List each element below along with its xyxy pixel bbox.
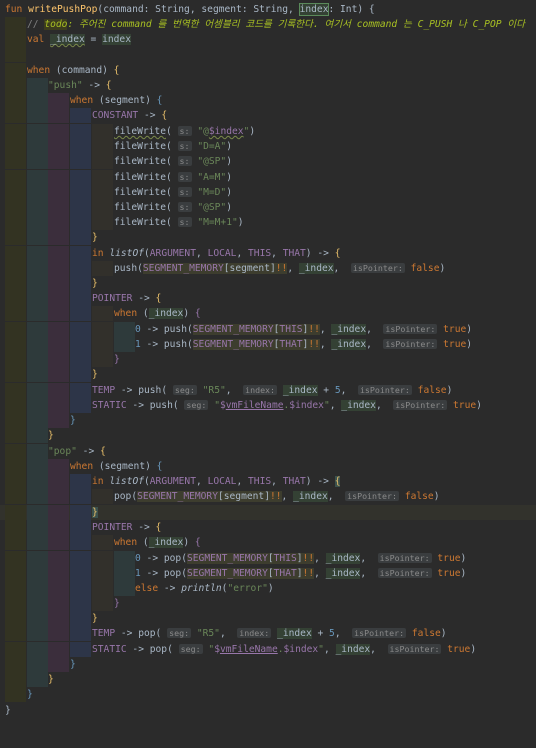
code-text-43: STATIC -> pop( seg: "$vmFileName.$index"… [92, 644, 477, 655]
code-line-10[interactable]: fileWrite( s: "D=A") [0, 139, 536, 154]
code-editor[interactable]: fun writePushPop(command: String, segmen… [0, 0, 536, 722]
code-text-22: 0 -> push(SEGMENT_MEMORY[THIS]!!, _index… [135, 324, 473, 335]
code-line-3[interactable]: val _index = index [0, 32, 536, 47]
code-text-5: when (command) { [27, 65, 120, 76]
code-text-3: val _index = index [27, 34, 131, 45]
code-line-16[interactable]: } [0, 230, 536, 245]
code-text-31: when (segment) { [70, 461, 163, 472]
code-line-27[interactable]: STATIC -> push( seg: "$vmFileName.$index… [0, 398, 536, 413]
code-line-9[interactable]: fileWrite( s: "@$index") [0, 124, 536, 139]
code-text-47: } [5, 705, 11, 716]
code-line-37[interactable]: 0 -> pop(SEGMENT_MEMORY[THIS]!!, _index,… [0, 551, 536, 566]
code-line-45[interactable]: } [0, 672, 536, 687]
code-text-32: in listOf(ARGUMENT, LOCAL, THIS, THAT) -… [92, 476, 341, 487]
code-text-12: fileWrite( s: "A=M") [114, 172, 232, 183]
code-text-42: TEMP -> pop( seg: "R5", index: _index + … [92, 628, 447, 639]
code-line-12[interactable]: fileWrite( s: "A=M") [0, 170, 536, 185]
code-line-47[interactable]: } [0, 703, 536, 718]
code-text-37: 0 -> pop(SEGMENT_MEMORY[THIS]!!, _index,… [135, 553, 467, 564]
code-text-11: fileWrite( s: "@SP") [114, 156, 232, 167]
code-line-36[interactable]: when (_index) { [0, 535, 536, 550]
code-line-21[interactable]: when (_index) { [0, 306, 536, 321]
code-text-1: fun writePushPop(command: String, segmen… [5, 3, 375, 16]
code-line-18[interactable]: push(SEGMENT_MEMORY[segment]!!, _index, … [0, 261, 536, 276]
code-line-30[interactable]: "pop" -> { [0, 444, 536, 459]
code-text-21: when (_index) { [114, 308, 201, 319]
code-text-26: TEMP -> push( seg: "R5", index: _index +… [92, 385, 453, 396]
code-text-33: pop(SEGMENT_MEMORY[segment]!!, _index, i… [114, 491, 440, 502]
code-text-29: } [48, 430, 54, 441]
code-text-19: } [92, 278, 98, 289]
code-text-18: push(SEGMENT_MEMORY[segment]!!, _index, … [114, 263, 446, 274]
code-line-7[interactable]: when (segment) { [0, 93, 536, 108]
code-text-7: when (segment) { [70, 95, 163, 106]
code-text-36: when (_index) { [114, 537, 201, 548]
code-line-26[interactable]: TEMP -> push( seg: "R5", index: _index +… [0, 383, 536, 398]
code-text-30: "pop" -> { [48, 446, 106, 457]
code-line-11[interactable]: fileWrite( s: "@SP") [0, 154, 536, 169]
code-line-13[interactable]: fileWrite( s: "M=D") [0, 185, 536, 200]
code-line-20[interactable]: POINTER -> { [0, 291, 536, 306]
code-line-15[interactable]: fileWrite( s: "M=M+1") [0, 215, 536, 230]
code-text-27: STATIC -> push( seg: "$vmFileName.$index… [92, 400, 482, 411]
code-line-34[interactable]: } [0, 505, 536, 520]
code-text-34: } [92, 507, 98, 518]
code-text-38: 1 -> pop(SEGMENT_MEMORY[THAT]!!, _index,… [135, 568, 467, 579]
code-line-22[interactable]: 0 -> push(SEGMENT_MEMORY[THIS]!!, _index… [0, 322, 536, 337]
code-line-23[interactable]: 1 -> push(SEGMENT_MEMORY[THAT]!!, _index… [0, 337, 536, 352]
code-text-39: else -> println("error") [135, 583, 274, 594]
code-text-20: POINTER -> { [92, 293, 162, 304]
code-text-8: CONSTANT -> { [92, 110, 168, 121]
code-text-14: fileWrite( s: "@SP") [114, 202, 232, 213]
code-text-6: "push" -> { [48, 80, 112, 91]
code-text-40: } [114, 598, 120, 609]
code-text-44: } [70, 659, 76, 670]
code-line-33[interactable]: pop(SEGMENT_MEMORY[segment]!!, _index, i… [0, 489, 536, 504]
code-text-9: fileWrite( s: "@$index") [114, 126, 256, 137]
code-text-17: in listOf(ARGUMENT, LOCAL, THIS, THAT) -… [92, 248, 341, 259]
code-line-4[interactable] [0, 47, 536, 62]
code-line-43[interactable]: STATIC -> pop( seg: "$vmFileName.$index"… [0, 642, 536, 657]
code-text-13: fileWrite( s: "M=D") [114, 187, 232, 198]
code-text-25: } [92, 369, 98, 380]
code-line-32[interactable]: in listOf(ARGUMENT, LOCAL, THIS, THAT) -… [0, 474, 536, 489]
code-line-19[interactable]: } [0, 276, 536, 291]
code-text-16: } [92, 232, 98, 243]
code-line-35[interactable]: POINTER -> { [0, 520, 536, 535]
code-text-24: } [114, 354, 120, 365]
code-text-28: } [70, 415, 76, 426]
code-text-45: } [48, 674, 54, 685]
todo-comment: // todo: 주어진 command 를 번역한 어셈블리 코드를 기록한다… [27, 19, 525, 30]
code-line-2[interactable]: // todo: 주어진 command 를 번역한 어셈블리 코드를 기록한다… [0, 17, 536, 32]
code-line-41[interactable]: } [0, 611, 536, 626]
code-line-44[interactable]: } [0, 657, 536, 672]
code-line-39[interactable]: else -> println("error") [0, 581, 536, 596]
code-line-5[interactable]: when (command) { [0, 63, 536, 78]
code-line-17[interactable]: in listOf(ARGUMENT, LOCAL, THIS, THAT) -… [0, 246, 536, 261]
code-line-25[interactable]: } [0, 367, 536, 382]
code-line-14[interactable]: fileWrite( s: "@SP") [0, 200, 536, 215]
code-line-29[interactable]: } [0, 428, 536, 443]
code-line-1[interactable]: fun writePushPop(command: String, segmen… [0, 2, 536, 17]
code-text-10: fileWrite( s: "D=A") [114, 141, 232, 152]
code-line-6[interactable]: "push" -> { [0, 78, 536, 93]
code-line-42[interactable]: TEMP -> pop( seg: "R5", index: _index + … [0, 626, 536, 641]
code-text-35: POINTER -> { [92, 522, 162, 533]
code-text-23: 1 -> push(SEGMENT_MEMORY[THAT]!!, _index… [135, 339, 473, 350]
code-text-41: } [92, 613, 98, 624]
code-line-8[interactable]: CONSTANT -> { [0, 108, 536, 123]
code-line-40[interactable]: } [0, 596, 536, 611]
code-text-46: } [27, 689, 33, 700]
code-line-24[interactable]: } [0, 352, 536, 367]
code-line-31[interactable]: when (segment) { [0, 459, 536, 474]
code-line-38[interactable]: 1 -> pop(SEGMENT_MEMORY[THAT]!!, _index,… [0, 566, 536, 581]
code-line-46[interactable]: } [0, 687, 536, 702]
code-text-15: fileWrite( s: "M=M+1") [114, 217, 244, 228]
code-line-28[interactable]: } [0, 413, 536, 428]
